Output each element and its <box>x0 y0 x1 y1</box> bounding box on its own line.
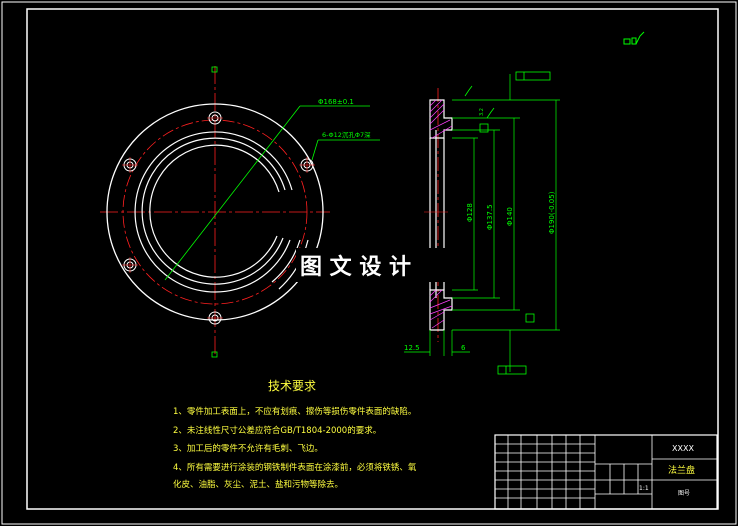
dim-width-total: 12.5 <box>404 344 420 352</box>
cad-drawing: Φ168±0.1 6-Φ12沉孔Φ7深 Φ128 Φ137.5 Φ140 Φ19… <box>1 1 737 525</box>
part-name: 法兰盘 <box>668 464 695 476</box>
dim-d190: Φ190(-0.05) <box>548 191 556 234</box>
tech-item-2: 2、未注线性尺寸公差应符合GB/T1804-2000的要求。 <box>173 425 381 436</box>
tech-item-4: 4、所有需要进行涂装的钢铁制件表面在涂漆前，必须将铁锈、氧 <box>173 462 417 473</box>
sheet-label: 图号 <box>678 490 690 497</box>
dim-pitch-circle: Φ168±0.1 <box>318 98 354 106</box>
dim-d137: Φ137.5 <box>486 204 494 230</box>
general-roughness-symbol <box>623 31 645 45</box>
section-view: Φ128 Φ137.5 Φ140 Φ190(-0.05) 12.5 6 3.2 <box>404 71 560 375</box>
tech-item-1: 1、零件加工表面上，不应有划痕、擦伤等损伤零件表面的缺陷。 <box>173 406 416 417</box>
dim-d128: Φ128 <box>466 203 474 222</box>
scale-value: 1:1 <box>639 485 649 492</box>
tech-item-3: 3、加工后的零件不允许有毛刺、飞边。 <box>173 443 323 454</box>
tech-item-5: 化皮、油脂、灰尘、泥土、盐和污物等除去。 <box>173 479 343 490</box>
front-view: Φ168±0.1 6-Φ12沉孔Φ7深 <box>100 66 380 358</box>
roughness-label: 3.2 <box>479 108 485 116</box>
tech-title: 技术要求 <box>268 379 316 393</box>
company-name: XXXX <box>672 444 694 453</box>
watermark: 图 文 设 计 <box>300 254 411 280</box>
tech-requirements: 技术要求 1、零件加工表面上，不应有划痕、擦伤等损伤零件表面的缺陷。 2、未注线… <box>173 379 417 490</box>
dim-d140: Φ140 <box>506 207 514 226</box>
dim-holes: 6-Φ12沉孔Φ7深 <box>322 130 371 139</box>
dim-width-small: 6 <box>461 344 466 352</box>
